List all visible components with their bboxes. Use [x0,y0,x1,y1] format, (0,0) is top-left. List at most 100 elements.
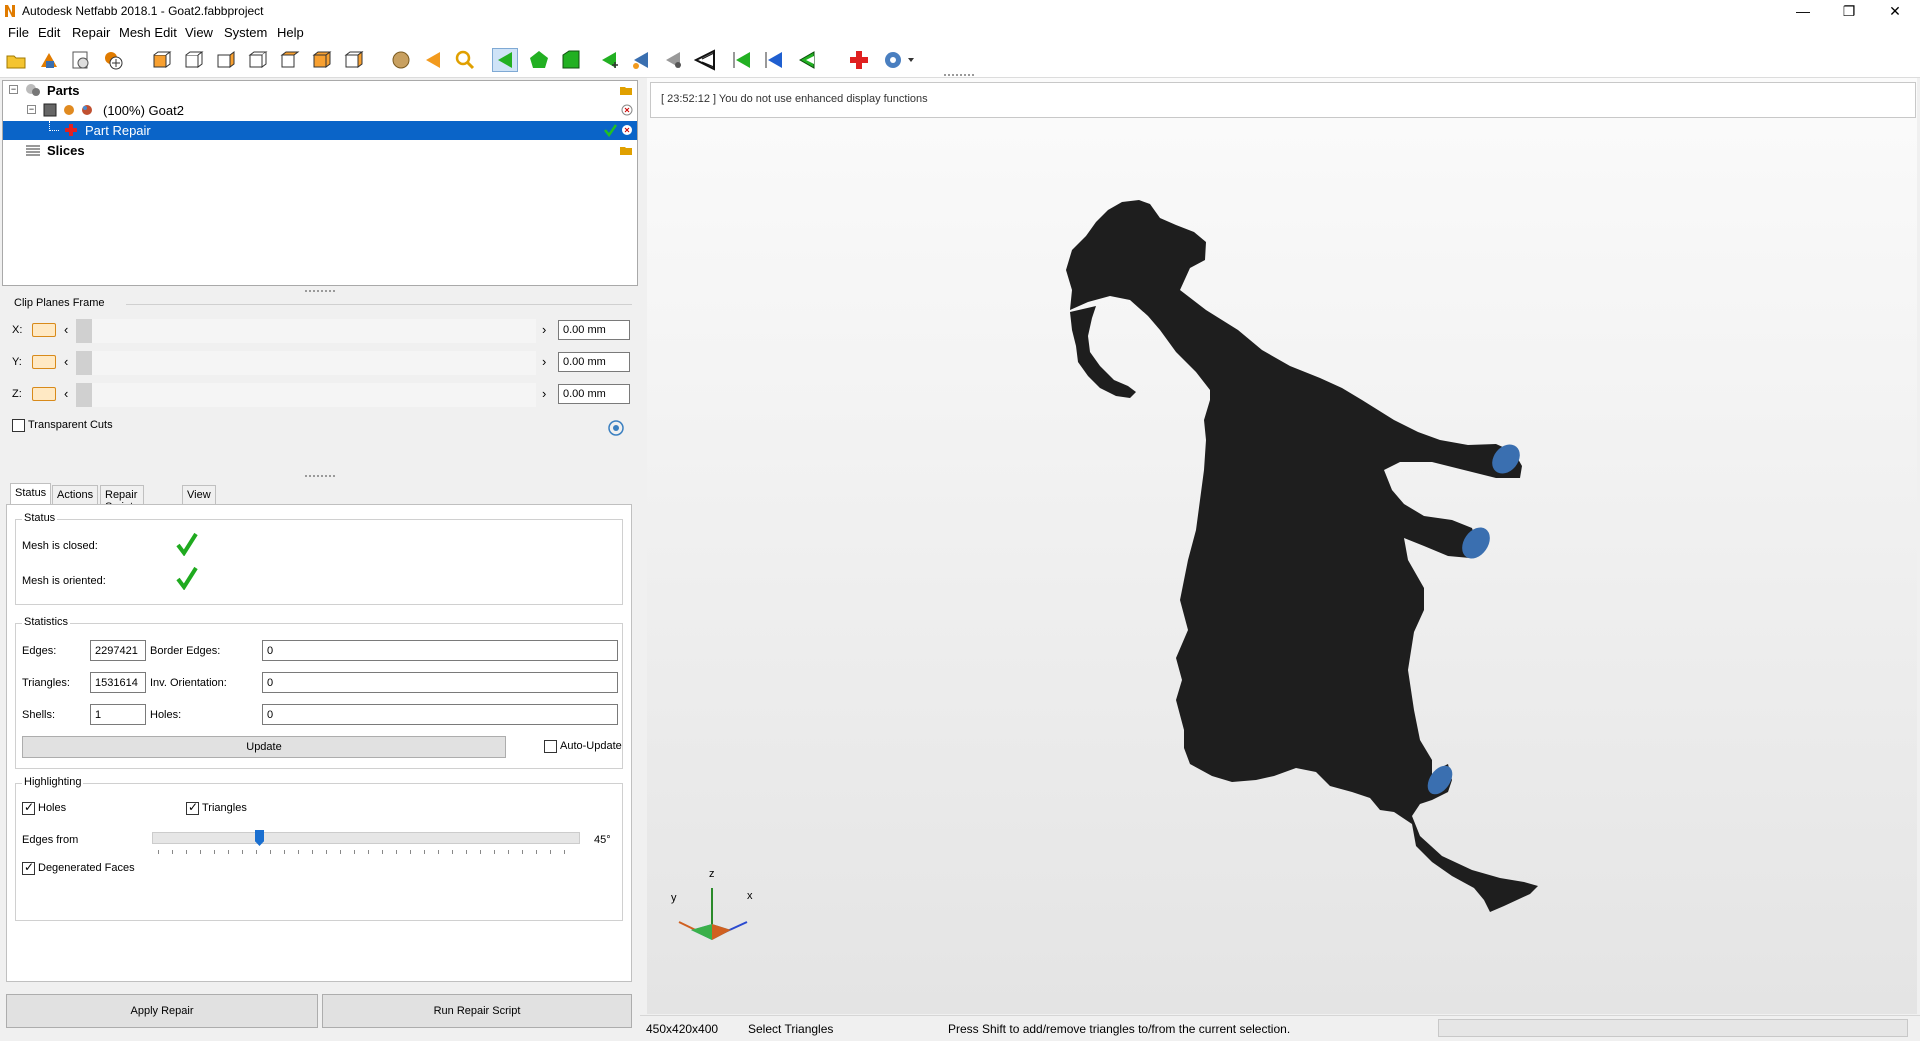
slider-thumb[interactable] [76,383,92,407]
splitter-handle[interactable] [944,74,974,78]
arrow-green-outline-icon[interactable] [794,48,820,72]
menu-mesh-edit[interactable]: Mesh Edit [119,25,177,40]
view-top-icon[interactable] [276,48,302,72]
clip-slider-x[interactable] [76,319,536,343]
add-triangle-icon[interactable] [596,48,622,72]
edges-field[interactable]: 2297421 [90,640,146,661]
clip-slider-z[interactable] [76,383,536,407]
edges-angle-slider[interactable] [152,832,580,844]
decrease-arrow-icon[interactable]: ‹ [64,322,68,337]
clip-value-z[interactable]: 0.00 mm [558,384,630,404]
clip-toggle-y[interactable] [32,355,56,369]
apply-repair-button[interactable]: Apply Repair [6,994,318,1028]
clip-slider-y[interactable] [76,351,536,375]
menu-edit[interactable]: Edit [38,25,60,40]
add-part-icon[interactable] [36,48,62,72]
menu-help[interactable]: Help [277,25,304,40]
settings-dropdown-icon[interactable] [880,48,920,72]
panel-divider[interactable] [639,78,647,1041]
axis-label: Y: [12,356,22,368]
increase-arrow-icon[interactable]: › [542,386,546,401]
arrow-left-orange-icon[interactable] [420,48,446,72]
triangles-field[interactable]: 1531614 [90,672,146,693]
tree-label-part-repair: Part Repair [85,123,151,138]
splitter-handle[interactable] [305,475,335,479]
degenerated-faces-checkbox[interactable] [22,860,35,875]
repair-cross-icon[interactable] [846,48,872,72]
update-button[interactable]: Update [22,736,506,758]
apply-check-icon[interactable] [603,123,617,137]
splitter-handle[interactable] [305,290,335,294]
reset-icon[interactable] [607,419,625,437]
collapse-toggle[interactable]: − [27,105,36,114]
clip-value-y[interactable]: 0.00 mm [558,352,630,372]
tab-status[interactable]: Status [10,483,52,505]
flip-icon[interactable] [628,48,654,72]
toolbar [0,42,1920,78]
increase-arrow-icon[interactable]: › [542,322,546,337]
3d-viewport[interactable]: z x y [647,78,1917,1014]
tree-node-goat2[interactable]: − (100%) Goat2 [3,101,637,120]
select-surface-icon[interactable] [558,48,584,72]
folder-open-icon[interactable] [619,84,633,96]
clip-toggle-x[interactable] [32,323,56,337]
tab-actions[interactable]: Actions [52,485,99,505]
tab-repair-scripts[interactable]: Repair Scripts [100,485,144,513]
restore-button[interactable]: ❐ [1826,0,1872,22]
tree-node-part-repair[interactable]: Part Repair [3,121,637,140]
holes-checkbox[interactable] [22,800,35,815]
project-tree: − Parts − (100%) Goat2 Part Repair Slice… [2,80,638,286]
collapse-toggle[interactable]: − [9,85,18,94]
menu-system[interactable]: System [224,25,267,40]
folder-open-icon[interactable] [619,144,633,156]
remove-part-icon[interactable] [621,104,633,116]
sphere-icon[interactable] [388,48,414,72]
open-icon[interactable] [3,48,29,72]
slider-thumb[interactable] [76,319,92,343]
clip-value-x[interactable]: 0.00 mm [558,320,630,340]
visibility-icon[interactable] [63,104,75,116]
view-back-icon[interactable] [180,48,206,72]
menu-repair[interactable]: Repair [72,25,110,40]
goat-model[interactable] [647,78,1917,1014]
increase-arrow-icon[interactable]: › [542,354,546,369]
add-icon[interactable] [100,48,126,72]
transparent-cuts-checkbox[interactable] [12,419,25,432]
clip-toggle-z[interactable] [32,387,56,401]
progress-bar [1438,1019,1908,1037]
holes-field[interactable]: 0 [262,704,618,725]
view-left-icon[interactable] [212,48,238,72]
measure-icon[interactable] [660,48,686,72]
inv-orientation-field[interactable]: 0 [262,672,618,693]
tree-node-parts[interactable]: − Parts [3,81,637,100]
menu-view[interactable]: View [185,25,213,40]
status-bar: 450x420x400 Select Triangles Press Shift… [640,1015,1920,1041]
close-repair-icon[interactable] [621,124,633,136]
triangles-checkbox[interactable] [186,800,199,815]
minimize-button[interactable]: — [1780,0,1826,22]
view-iso-icon[interactable] [340,48,366,72]
auto-update-checkbox[interactable] [544,740,557,753]
tab-view[interactable]: View [182,485,216,505]
new-part-icon[interactable] [68,48,94,72]
view-bottom-icon[interactable] [308,48,334,72]
shells-field[interactable]: 1 [90,704,146,725]
arrow-blue-icon[interactable] [762,48,788,72]
view-front-icon[interactable] [148,48,174,72]
close-button[interactable]: ✕ [1872,0,1918,22]
select-shell-icon[interactable] [526,48,552,72]
zoom-icon[interactable] [452,48,478,72]
run-repair-script-button[interactable]: Run Repair Script [322,994,632,1028]
menu-file[interactable]: File [8,25,29,40]
border-edges-field[interactable]: 0 [262,640,618,661]
decrease-arrow-icon[interactable]: ‹ [64,354,68,369]
decrease-arrow-icon[interactable]: ‹ [64,386,68,401]
axis-gizmo-icon [678,888,748,940]
cut-icon[interactable] [692,48,718,72]
select-triangles-icon[interactable] [492,48,518,72]
tree-node-slices[interactable]: Slices [3,141,637,160]
color-icon[interactable] [81,104,93,116]
view-right-icon[interactable] [244,48,270,72]
slider-thumb[interactable] [76,351,92,375]
arrow-green-icon[interactable] [730,48,756,72]
